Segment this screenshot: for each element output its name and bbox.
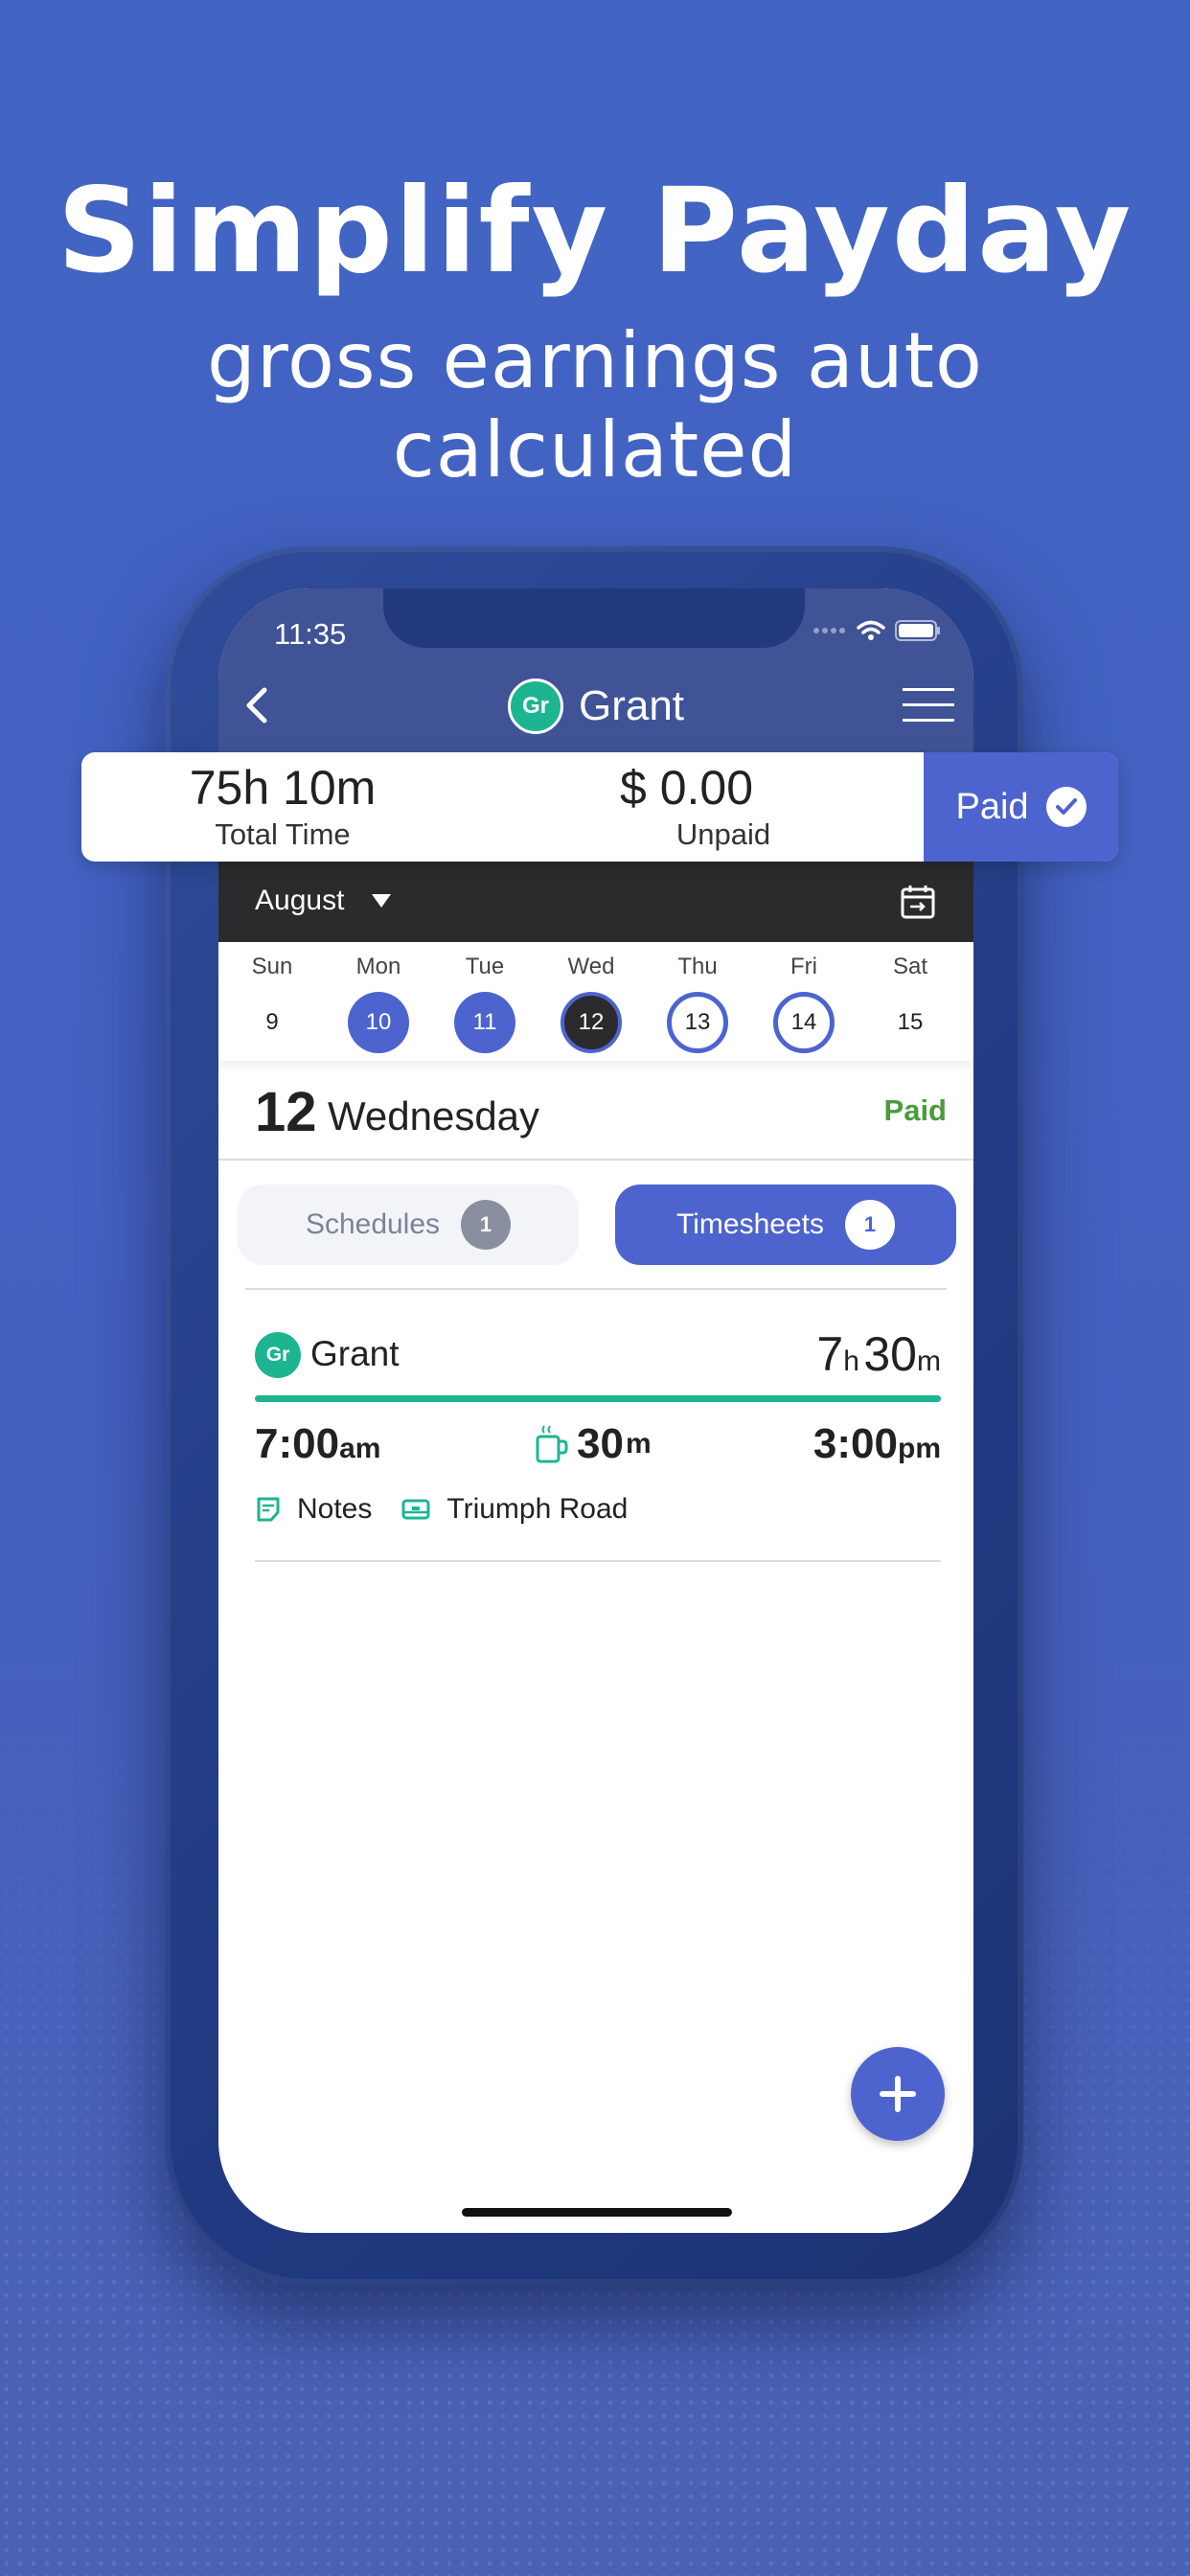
day-fri[interactable]: Fri 14 — [750, 942, 858, 1053]
tab-timesheets-label: Timesheets — [676, 1208, 824, 1240]
day-name: Sat — [892, 954, 928, 979]
hamburger-menu-icon[interactable] — [903, 688, 954, 724]
day-wed[interactable]: Wed 12 — [538, 942, 645, 1053]
wifi-icon — [857, 620, 885, 640]
status-icons — [812, 619, 941, 642]
divider — [245, 1288, 947, 1290]
day-name: Wed — [567, 954, 615, 979]
start-time: 7:00 — [255, 1420, 340, 1467]
month-bar: August — [218, 862, 973, 942]
timesheets-count-badge: 1 — [844, 1200, 895, 1250]
header-avatar: Gr — [507, 678, 563, 734]
calendar-jump-icon[interactable] — [899, 883, 937, 921]
start-suffix: am — [339, 1433, 381, 1464]
day-number: 15 — [897, 1009, 924, 1035]
summary-bar: 75h 10m Total Time $ 0.00 Unpaid Paid — [81, 752, 1118, 862]
day-name: Mon — [355, 954, 401, 979]
amount-value: $ 0.00 — [620, 761, 754, 815]
location-label: Triumph Road — [446, 1493, 629, 1525]
tab-schedules[interactable]: Schedules 1 — [238, 1184, 579, 1265]
notes-label[interactable]: Notes — [297, 1493, 372, 1526]
day-name: Sun — [251, 954, 293, 979]
total-time-value: 75h 10m — [189, 761, 377, 815]
day-name: Tue — [465, 954, 505, 979]
divider — [255, 1560, 941, 1562]
day-paid-status: Paid — [883, 1093, 947, 1127]
day-number: 11 — [454, 992, 515, 1053]
day-header: 12 Wednesday Paid — [218, 1061, 973, 1161]
entry-end: 3:00pm — [813, 1420, 941, 1468]
entry-break: 30 m — [535, 1420, 652, 1468]
coffee-cup-icon — [536, 1425, 568, 1463]
day-header-name: Wednesday — [328, 1093, 540, 1138]
amount-label: Unpaid — [675, 817, 771, 851]
day-tue[interactable]: Tue 11 — [431, 942, 538, 1053]
promo-headline: Simplify Payday — [57, 163, 1133, 299]
entry-avatar: Gr — [255, 1332, 301, 1378]
total-time-label: Total Time — [215, 817, 351, 851]
day-name: Thu — [677, 954, 718, 979]
status-time: 11:35 — [274, 617, 347, 651]
day-sat[interactable]: Sat 15 — [857, 942, 964, 1053]
header-title-group: Gr Grant — [218, 678, 973, 734]
tab-schedules-label: Schedules — [305, 1208, 441, 1240]
end-time: 3:00 — [812, 1420, 898, 1467]
day-number: 9 — [265, 1009, 279, 1035]
total-time-block: 75h 10m Total Time — [168, 760, 398, 852]
tab-timesheets[interactable]: Timesheets 1 — [615, 1184, 956, 1265]
add-entry-button[interactable] — [851, 2047, 945, 2141]
entry-start: 7:00am — [255, 1420, 380, 1468]
end-suffix: pm — [898, 1433, 941, 1464]
month-selector[interactable]: August — [255, 885, 344, 917]
promo-subline: gross earnings auto calculated — [207, 316, 983, 494]
day-header-number: 12 — [255, 1081, 317, 1143]
paid-button[interactable]: Paid — [924, 752, 1118, 862]
dropdown-arrow-icon[interactable] — [372, 894, 391, 908]
duration-hours: 7 — [816, 1327, 844, 1381]
day-number: 14 — [773, 992, 835, 1053]
amount-block: $ 0.00 Unpaid — [589, 760, 819, 852]
paid-button-label: Paid — [955, 786, 1029, 827]
schedules-count-badge: 1 — [461, 1200, 512, 1250]
day-number: 13 — [667, 992, 728, 1053]
entry-duration: 7h 30m — [816, 1326, 941, 1382]
duration-h-unit: h — [843, 1346, 859, 1377]
entry-time-bar — [255, 1395, 941, 1402]
day-sun[interactable]: Sun 9 — [218, 942, 326, 1053]
day-number: 10 — [348, 992, 409, 1053]
location-icon — [401, 1499, 430, 1520]
entry-name: Grant — [310, 1334, 400, 1373]
battery-icon — [895, 620, 940, 641]
signal-icon — [813, 628, 845, 633]
break-unit: m — [625, 1428, 652, 1460]
header-title: Grant — [578, 682, 685, 729]
duration-m-unit: m — [917, 1346, 941, 1377]
checkmark-icon — [1045, 787, 1087, 827]
day-number: 12 — [561, 992, 622, 1053]
day-thu[interactable]: Thu 13 — [644, 942, 751, 1053]
break-value: 30 — [577, 1420, 624, 1467]
notes-icon — [257, 1497, 280, 1522]
home-indicator — [462, 2208, 732, 2217]
duration-minutes: 30 — [863, 1327, 917, 1381]
week-strip: Sun 9 Mon 10 Tue 11 Wed 12 Thu 13 Fri 14… — [218, 942, 973, 1061]
phone-notch — [383, 588, 805, 648]
day-mon[interactable]: Mon 10 — [325, 942, 432, 1053]
entry-meta: Notes Triumph Road — [255, 1493, 628, 1526]
day-name: Fri — [790, 954, 817, 979]
plus-icon — [880, 2076, 916, 2112]
